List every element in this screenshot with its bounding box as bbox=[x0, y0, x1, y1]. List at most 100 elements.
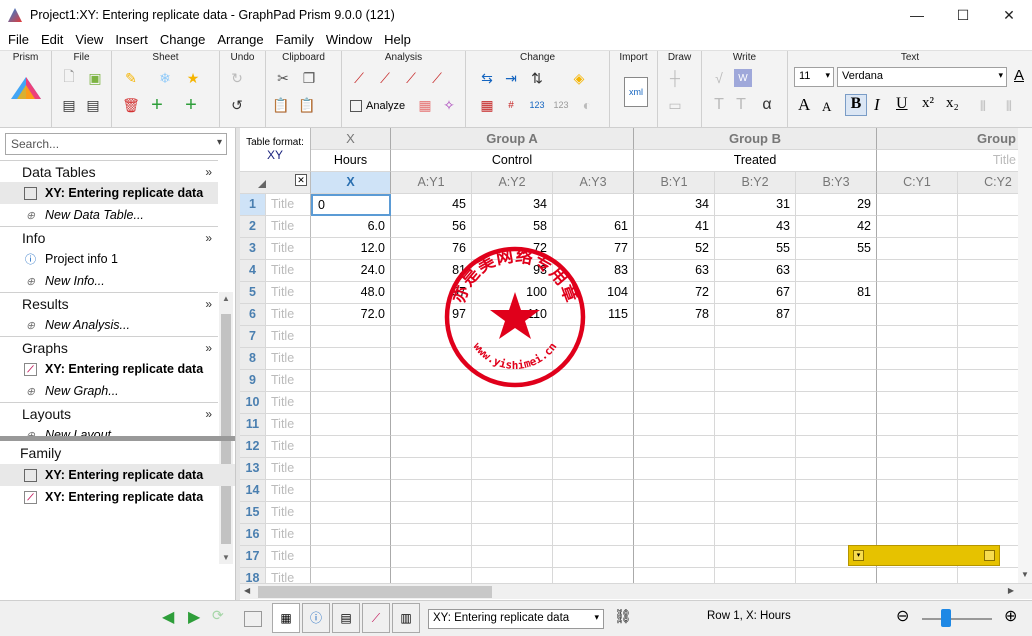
row-title-cell[interactable]: Title bbox=[266, 326, 311, 348]
y-value-cell[interactable] bbox=[877, 304, 958, 326]
row-title-cell[interactable]: Title bbox=[266, 194, 311, 216]
y-value-cell[interactable] bbox=[796, 326, 877, 348]
y-value-cell[interactable] bbox=[553, 480, 634, 502]
y-value-cell[interactable] bbox=[796, 414, 877, 436]
y-value-cell[interactable]: 43 bbox=[715, 216, 796, 238]
y-value-cell[interactable] bbox=[877, 370, 958, 392]
y-value-cell[interactable]: 87 bbox=[715, 304, 796, 326]
sort-icon[interactable]: ⇅ bbox=[528, 69, 546, 87]
row-title-cell[interactable]: Title bbox=[266, 502, 311, 524]
y-value-cell[interactable]: 58 bbox=[472, 216, 553, 238]
y-value-cell[interactable] bbox=[391, 568, 472, 583]
align-left-icon[interactable]: ⫴ bbox=[974, 97, 992, 115]
y-value-cell[interactable] bbox=[796, 260, 877, 282]
y-value-cell[interactable] bbox=[796, 524, 877, 546]
y-value-cell[interactable] bbox=[391, 348, 472, 370]
scroll-up-icon[interactable]: ▲ bbox=[222, 294, 230, 303]
y-value-cell[interactable]: 110 bbox=[472, 304, 553, 326]
splitter[interactable] bbox=[0, 436, 235, 441]
y-value-cell[interactable] bbox=[634, 392, 715, 414]
statistics-icon[interactable]: ⟋ bbox=[402, 69, 420, 87]
font-color-icon[interactable]: A bbox=[1014, 67, 1024, 84]
y-value-cell[interactable] bbox=[634, 458, 715, 480]
row-number[interactable]: 2 bbox=[240, 216, 266, 238]
row-number[interactable]: 5 bbox=[240, 282, 266, 304]
scroll-down-icon[interactable]: ▼ bbox=[222, 553, 230, 562]
row-title-cell[interactable]: Title bbox=[266, 568, 311, 583]
paste-special-icon[interactable]: 📋 bbox=[298, 96, 316, 114]
table-format-cell[interactable]: Table format: XY bbox=[240, 128, 311, 172]
magic-star-icon[interactable]: ★ bbox=[184, 69, 202, 87]
y-value-cell[interactable] bbox=[391, 326, 472, 348]
column-stats-icon[interactable]: ⟋ bbox=[428, 69, 446, 87]
y-value-cell[interactable] bbox=[391, 392, 472, 414]
row-title-cell[interactable]: Title bbox=[266, 370, 311, 392]
y-value-cell[interactable]: 55 bbox=[796, 238, 877, 260]
x-subcolumn-header[interactable]: X bbox=[311, 172, 391, 194]
add-column-icon[interactable]: + bbox=[182, 94, 200, 116]
y-value-cell[interactable] bbox=[877, 480, 958, 502]
nav-item-new-info[interactable]: ⊕ New Info... bbox=[0, 270, 218, 292]
y-value-cell[interactable]: 42 bbox=[796, 216, 877, 238]
sheet-select[interactable]: XY: Entering replicate data ▾ bbox=[428, 609, 604, 629]
transpose-icon[interactable]: ⇆ bbox=[478, 69, 496, 87]
nav-item-data-table[interactable]: XY: Entering replicate data bbox=[0, 182, 218, 204]
y-value-cell[interactable]: 45 bbox=[391, 194, 472, 216]
y-value-cell[interactable] bbox=[715, 480, 796, 502]
y-value-cell[interactable] bbox=[877, 282, 958, 304]
save-as-icon[interactable]: ▤ bbox=[84, 96, 102, 114]
menu-insert[interactable]: Insert bbox=[109, 30, 154, 50]
y-value-cell[interactable] bbox=[553, 392, 634, 414]
y-value-cell[interactable] bbox=[634, 480, 715, 502]
y-value-cell[interactable]: 97 bbox=[391, 304, 472, 326]
minimize-button[interactable]: — bbox=[894, 0, 940, 30]
table-analysis-icon[interactable]: ▦ bbox=[416, 96, 434, 114]
row-number[interactable]: 11 bbox=[240, 414, 266, 436]
import-file-icon[interactable]: xml bbox=[624, 77, 648, 107]
y-value-cell[interactable] bbox=[715, 414, 796, 436]
x-value-cell[interactable] bbox=[311, 458, 391, 480]
y-value-cell[interactable]: 115 bbox=[553, 304, 634, 326]
subcolumn-header[interactable]: A:Y2 bbox=[472, 172, 553, 194]
underline-button[interactable]: U bbox=[896, 95, 908, 113]
x-value-cell[interactable] bbox=[311, 502, 391, 524]
x-value-cell[interactable] bbox=[311, 524, 391, 546]
y-value-cell[interactable] bbox=[472, 436, 553, 458]
menu-change[interactable]: Change bbox=[154, 30, 212, 50]
y-value-cell[interactable] bbox=[553, 194, 634, 216]
row-title-cell[interactable]: Title bbox=[266, 282, 311, 304]
subcolumn-header[interactable]: C:Y1 bbox=[877, 172, 958, 194]
menu-help[interactable]: Help bbox=[378, 30, 417, 50]
prism-logo-icon[interactable] bbox=[9, 75, 43, 101]
open-file-icon[interactable]: ▣ bbox=[86, 69, 104, 87]
y-value-cell[interactable]: 55 bbox=[715, 238, 796, 260]
align-center-icon[interactable]: ⫴ bbox=[1000, 97, 1018, 115]
go-to-sheet-icon[interactable]: ⟳ bbox=[212, 607, 224, 624]
y-value-cell[interactable] bbox=[796, 436, 877, 458]
y-value-cell[interactable] bbox=[715, 370, 796, 392]
row-title-cell[interactable]: Title bbox=[266, 546, 311, 568]
group-c-title[interactable]: Title bbox=[877, 150, 1032, 172]
layout-view-button[interactable]: ▥ bbox=[392, 603, 420, 633]
scroll-right-icon[interactable]: ▶ bbox=[1008, 586, 1014, 595]
zoom-slider[interactable] bbox=[922, 618, 992, 620]
fit-curve-icon[interactable]: ⟋ bbox=[350, 69, 368, 87]
x-value-cell[interactable] bbox=[311, 480, 391, 502]
x-column-title[interactable]: Hours bbox=[311, 150, 391, 172]
greek-symbol-icon[interactable]: α bbox=[758, 96, 776, 114]
y-value-cell[interactable] bbox=[553, 546, 634, 568]
nav-item-graph[interactable]: ⟋ XY: Entering replicate data bbox=[0, 358, 218, 380]
y-value-cell[interactable] bbox=[634, 502, 715, 524]
y-value-cell[interactable]: 41 bbox=[634, 216, 715, 238]
decimal-format-icon[interactable]: 123 bbox=[528, 96, 546, 114]
row-format-icon[interactable]: ▦ bbox=[478, 96, 496, 114]
y-value-cell[interactable] bbox=[877, 348, 958, 370]
y-value-cell[interactable] bbox=[877, 260, 958, 282]
section-header-data-tables[interactable]: Data Tables » bbox=[0, 160, 218, 182]
nav-item-new-analysis[interactable]: ⊕ New Analysis... bbox=[0, 314, 218, 336]
number-format-icon[interactable]: # bbox=[502, 96, 520, 114]
close-button[interactable]: ✕ bbox=[986, 0, 1032, 30]
y-value-cell[interactable] bbox=[391, 414, 472, 436]
results-view-button[interactable]: ▤ bbox=[332, 603, 360, 633]
bold-button[interactable]: B bbox=[845, 94, 867, 116]
